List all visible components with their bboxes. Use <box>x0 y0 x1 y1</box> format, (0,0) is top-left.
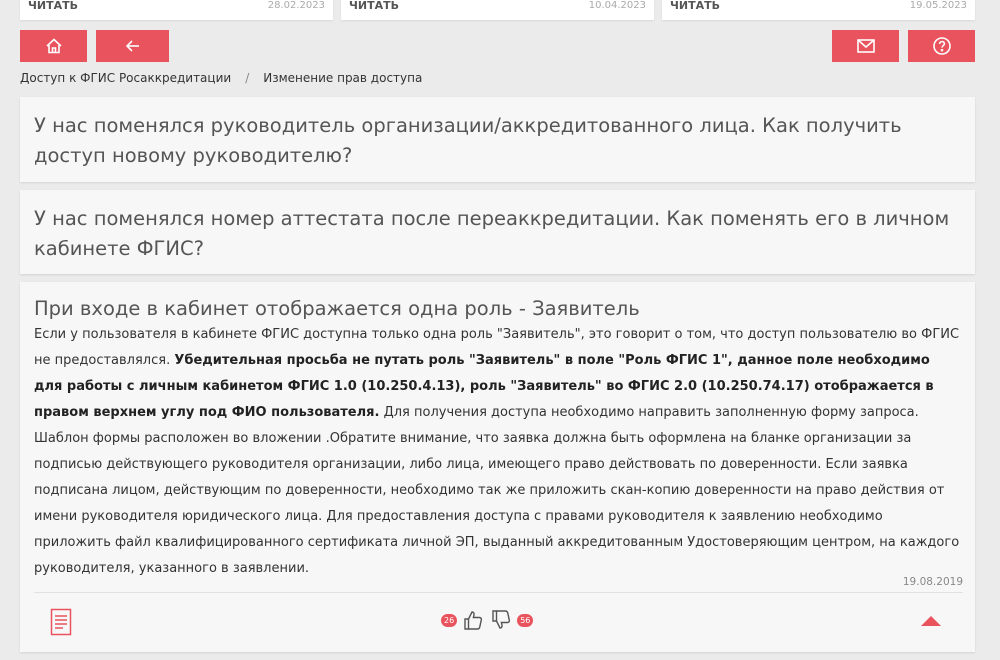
answer-footer: 26 56 <box>20 602 975 642</box>
likes-count-badge: 26 <box>441 613 458 627</box>
news-card[interactable]: ЧИТАТЬ 10.04.2023 <box>341 0 654 20</box>
question-icon <box>932 37 951 55</box>
dislikes-count-badge: 56 <box>517 613 534 627</box>
read-link[interactable]: ЧИТАТЬ <box>670 0 720 12</box>
faq-question-title[interactable]: У нас поменялся руководитель организации… <box>34 111 961 171</box>
answer-text: Для получения доступа необходимо направи… <box>34 405 960 576</box>
answer-date: 19.08.2019 <box>902 576 963 588</box>
arrow-left-icon <box>125 40 139 52</box>
mail-button[interactable] <box>832 30 899 62</box>
home-button[interactable] <box>20 30 87 62</box>
divider <box>34 592 963 593</box>
card-date: 10.04.2023 <box>588 0 646 11</box>
faq-answer: Если у пользователя в кабинете ФГИС дост… <box>34 322 961 582</box>
breadcrumb-item-current: Изменение прав доступа <box>263 71 423 85</box>
faq-question-title[interactable]: При входе в кабинет отображается одна ро… <box>34 296 961 322</box>
home-icon <box>45 38 62 54</box>
read-link[interactable]: ЧИТАТЬ <box>349 0 399 12</box>
scroll-up-icon[interactable] <box>921 616 941 626</box>
breadcrumb-separator: / <box>245 71 250 85</box>
help-button[interactable] <box>908 30 975 62</box>
faq-question-title[interactable]: У нас поменялся номер аттестата после пе… <box>34 204 961 264</box>
rating: 26 56 <box>441 608 534 632</box>
faq-item-expanded: При входе в кабинет отображается одна ро… <box>20 282 975 652</box>
news-card[interactable]: ЧИТАТЬ 28.02.2023 <box>20 0 333 20</box>
faq-item[interactable]: У нас поменялся номер аттестата после пе… <box>20 190 975 274</box>
document-icon[interactable] <box>50 608 72 640</box>
news-cards: ЧИТАТЬ 28.02.2023 ЧИТАТЬ 10.04.2023 ЧИТА… <box>20 0 975 20</box>
envelope-icon <box>856 39 875 53</box>
card-date: 19.05.2023 <box>909 0 967 11</box>
toolbar <box>20 30 975 62</box>
card-date: 28.02.2023 <box>267 0 325 11</box>
breadcrumb-item-access[interactable]: Доступ к ФГИС Росаккредитации <box>20 71 231 85</box>
faq-item[interactable]: У нас поменялся руководитель организации… <box>20 97 975 182</box>
read-link[interactable]: ЧИТАТЬ <box>28 0 78 12</box>
breadcrumb: Доступ к ФГИС Росаккредитации / Изменени… <box>20 71 422 85</box>
back-button[interactable] <box>96 30 169 62</box>
thumbs-down-icon[interactable] <box>489 608 513 632</box>
thumbs-up-icon[interactable] <box>461 608 485 632</box>
news-card[interactable]: ЧИТАТЬ 19.05.2023 <box>662 0 975 20</box>
